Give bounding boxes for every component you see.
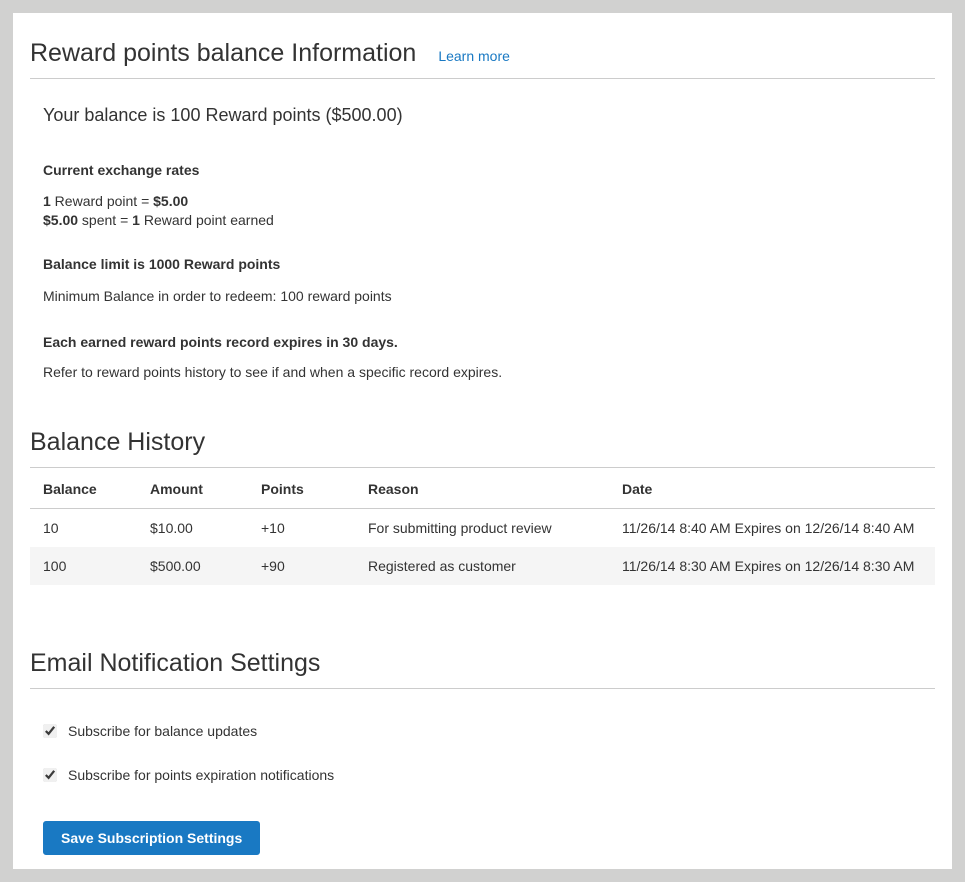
table-header-row: Balance Amount Points Reason Date	[30, 468, 935, 509]
cell-reason: Registered as customer	[355, 547, 609, 585]
balance-history-title: Balance History	[30, 426, 935, 458]
col-header-amount: Amount	[137, 468, 248, 509]
cell-points: +10	[248, 509, 355, 548]
rate2-tail: Reward point earned	[140, 212, 274, 228]
balance-message: Your balance is 100 Reward points ($500.…	[43, 105, 922, 126]
minimum-balance: Minimum Balance in order to redeem: 100 …	[43, 288, 922, 304]
save-subscription-settings-button[interactable]: Save Subscription Settings	[43, 821, 260, 855]
exchange-rates-heading: Current exchange rates	[43, 162, 922, 178]
cell-points: +90	[248, 547, 355, 585]
email-notification-title: Email Notification Settings	[30, 647, 935, 679]
expiration-note: Refer to reward points history to see if…	[43, 364, 922, 380]
col-header-date: Date	[609, 468, 935, 509]
col-header-points: Points	[248, 468, 355, 509]
subscribe-balance-updates-checkbox[interactable]	[43, 724, 57, 738]
rate2-amount: $5.00	[43, 212, 78, 228]
table-row: 100 $500.00 +90 Registered as customer 1…	[30, 547, 935, 585]
subscribe-expiration-label[interactable]: Subscribe for points expiration notifica…	[68, 767, 334, 783]
rate2-text: spent =	[78, 212, 132, 228]
subscribe-expiration-checkbox[interactable]	[43, 768, 57, 782]
cell-date: 11/26/14 8:40 AM Expires on 12/26/14 8:4…	[609, 509, 935, 548]
rate1-points: 1	[43, 193, 51, 209]
rate2-points: 1	[132, 212, 140, 228]
cell-reason: For submitting product review	[355, 509, 609, 548]
cell-balance: 100	[30, 547, 137, 585]
cell-balance: 10	[30, 509, 137, 548]
rate1-amount: $5.00	[153, 193, 188, 209]
cell-amount: $10.00	[137, 509, 248, 548]
learn-more-link[interactable]: Learn more	[438, 48, 510, 64]
cell-date: 11/26/14 8:30 AM Expires on 12/26/14 8:3…	[609, 547, 935, 585]
col-header-reason: Reason	[355, 468, 609, 509]
table-row: 10 $10.00 +10 For submitting product rev…	[30, 509, 935, 548]
rate1-text: Reward point =	[51, 193, 153, 209]
col-header-balance: Balance	[30, 468, 137, 509]
exchange-rates: 1 Reward point = $5.00 $5.00 spent = 1 Re…	[43, 192, 922, 230]
page-title: Reward points balance Information	[30, 37, 416, 69]
expiration-rule: Each earned reward points record expires…	[43, 334, 922, 350]
subscribe-balance-updates-label[interactable]: Subscribe for balance updates	[68, 723, 257, 739]
balance-history-table: Balance Amount Points Reason Date 10 $10…	[30, 468, 935, 585]
page-header: Reward points balance Information Learn …	[30, 37, 935, 69]
subscribe-balance-updates-row: Subscribe for balance updates	[43, 723, 935, 739]
header-divider	[30, 78, 935, 79]
balance-limit: Balance limit is 1000 Reward points	[43, 256, 922, 272]
email-divider	[30, 688, 935, 689]
subscribe-expiration-row: Subscribe for points expiration notifica…	[43, 767, 935, 783]
cell-amount: $500.00	[137, 547, 248, 585]
reward-points-panel: Reward points balance Information Learn …	[13, 13, 952, 869]
